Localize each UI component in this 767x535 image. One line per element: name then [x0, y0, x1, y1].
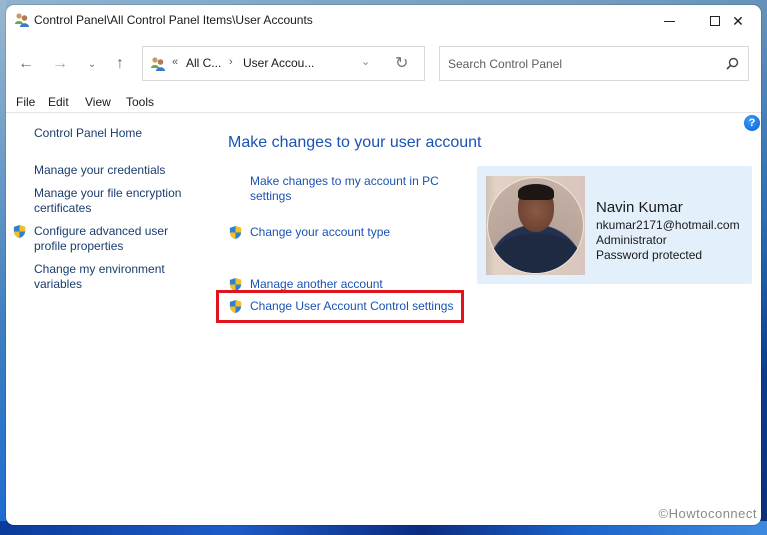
avatar	[486, 176, 585, 275]
uac-shield-icon	[13, 224, 26, 239]
task-pc-settings-link[interactable]: Make changes to my account in PC setting…	[250, 174, 460, 204]
recent-locations-button[interactable]: ⌄	[80, 52, 104, 76]
menu-file[interactable]: File	[16, 95, 35, 109]
sidebar-item-manage-credentials[interactable]: Manage your credentials	[34, 163, 204, 178]
help-icon[interactable]: ?	[744, 115, 760, 131]
user-account-card: Navin Kumar nkumar2171@hotmail.com Admin…	[477, 166, 752, 284]
back-button[interactable]: ←	[14, 52, 38, 76]
minimize-icon	[663, 20, 675, 22]
breadcrumb-user-accounts[interactable]: User Accou...	[243, 56, 314, 70]
close-button[interactable]: ✕	[715, 5, 761, 37]
menu-bar: File Edit View Tools	[6, 93, 761, 113]
minimize-button[interactable]	[646, 5, 692, 37]
up-button[interactable]: ↑	[108, 52, 132, 76]
forward-button[interactable]: →	[48, 52, 72, 76]
annotation-highlight-box	[216, 290, 464, 323]
menu-view[interactable]: View	[85, 95, 111, 109]
chevron-down-icon: ⌄	[87, 58, 97, 70]
address-bar[interactable]: « All C... › User Accou... ⌄ ↻	[142, 46, 425, 81]
user-accounts-icon	[151, 57, 165, 71]
user-accounts-icon	[15, 13, 29, 27]
window-title: Control Panel\All Control Panel Items\Us…	[34, 13, 313, 27]
search-input[interactable]	[448, 55, 708, 73]
sidebar-item-environment-variables[interactable]: Change my environment variables	[34, 262, 204, 292]
breadcrumb-all-control-panel-items[interactable]: All C...	[186, 56, 221, 70]
sidebar-item-control-panel-home[interactable]: Control Panel Home	[34, 126, 204, 141]
uac-shield-icon	[229, 225, 242, 240]
breadcrumb-separator-icon[interactable]: ›	[229, 56, 233, 68]
user-password-status: Password protected	[596, 248, 703, 262]
arrow-left-icon: ←	[18, 55, 34, 72]
arrow-right-icon: →	[52, 55, 68, 72]
avatar-hair-shape	[518, 184, 554, 200]
user-role: Administrator	[596, 233, 667, 247]
task-change-account-type-link[interactable]: Change your account type	[250, 225, 460, 240]
menu-edit[interactable]: Edit	[48, 95, 69, 109]
user-email: nkumar2171@hotmail.com	[596, 218, 740, 232]
refresh-icon[interactable]: ↻	[395, 53, 408, 73]
avatar-photo	[487, 177, 584, 274]
title-bar[interactable]: Control Panel\All Control Panel Items\Us…	[6, 5, 761, 37]
page-title: Make changes to your user account	[228, 134, 482, 151]
breadcrumb-overflow-icon[interactable]: «	[172, 56, 178, 68]
control-panel-window: Control Panel\All Control Panel Items\Us…	[6, 5, 761, 525]
menu-tools[interactable]: Tools	[126, 95, 154, 109]
sidebar-item-advanced-user-profile[interactable]: Configure advanced user profile properti…	[34, 224, 204, 254]
search-box[interactable]	[439, 46, 749, 81]
avatar-body-shape	[494, 234, 580, 273]
sidebar-item-file-encryption-certificates[interactable]: Manage your file encryption certificates	[34, 186, 204, 216]
address-dropdown-icon[interactable]: ⌄	[361, 55, 370, 68]
search-icon[interactable]	[724, 56, 740, 72]
close-icon: ✕	[732, 12, 744, 29]
user-name: Navin Kumar	[596, 199, 683, 216]
arrow-up-icon: ↑	[116, 55, 124, 72]
watermark: ©Howtoconnect	[658, 506, 757, 521]
menu-divider	[6, 112, 761, 113]
